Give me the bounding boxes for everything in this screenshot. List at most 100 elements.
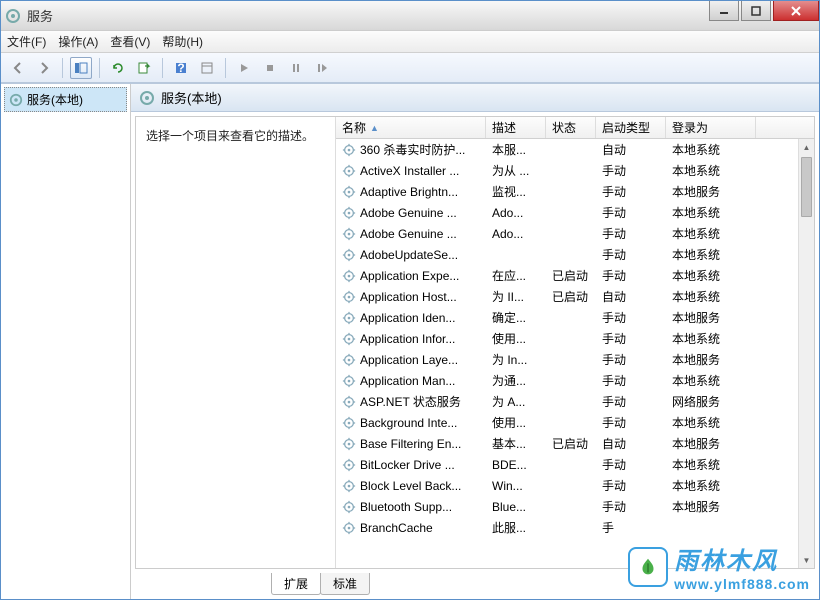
service-row[interactable]: Base Filtering En...基本...已启动自动本地服务 — [336, 433, 814, 454]
service-row[interactable]: Adaptive Brightn...监视...手动本地服务 — [336, 181, 814, 202]
service-row[interactable]: Application Iden...确定...手动本地服务 — [336, 307, 814, 328]
service-list: 名称▲ 描述 状态 启动类型 登录为 360 杀毒实时防护...本服...自动本… — [336, 117, 814, 568]
service-row[interactable]: Block Level Back...Win...手动本地系统 — [336, 475, 814, 496]
properties-button[interactable] — [196, 57, 218, 79]
stop-service-button[interactable] — [259, 57, 281, 79]
separator — [62, 58, 63, 78]
service-status: 已启动 — [546, 288, 596, 305]
service-row[interactable]: Application Infor...使用...手动本地系统 — [336, 328, 814, 349]
tree-root-label: 服务(本地) — [27, 91, 83, 108]
service-logon: 本地系统 — [666, 456, 756, 473]
service-icon — [342, 332, 356, 346]
service-name: Application Host... — [360, 290, 457, 304]
service-desc: 监视... — [486, 183, 546, 200]
service-logon: 本地服务 — [666, 309, 756, 326]
service-name: Base Filtering En... — [360, 437, 461, 451]
service-row[interactable]: AdobeUpdateSe...手动本地系统 — [336, 244, 814, 265]
show-hide-tree-button[interactable] — [70, 57, 92, 79]
tab-standard[interactable]: 标准 — [320, 573, 370, 595]
vertical-scrollbar[interactable]: ▲ ▼ — [798, 139, 814, 568]
service-desc: Ado... — [486, 227, 546, 241]
tab-extended[interactable]: 扩展 — [271, 573, 321, 595]
right-pane: 服务(本地) 选择一个项目来查看它的描述。 名称▲ 描述 状态 启动类型 登录为… — [131, 84, 819, 599]
service-name: Adaptive Brightn... — [360, 185, 458, 199]
service-icon — [342, 374, 356, 388]
service-row[interactable]: Application Host...为 II...已启动自动本地系统 — [336, 286, 814, 307]
service-icon — [342, 206, 356, 220]
service-status: 已启动 — [546, 267, 596, 284]
service-logon: 本地系统 — [666, 141, 756, 158]
service-desc: 为 A... — [486, 393, 546, 410]
service-logon: 网络服务 — [666, 393, 756, 410]
refresh-button[interactable] — [107, 57, 129, 79]
service-icon — [342, 290, 356, 304]
service-row[interactable]: Bluetooth Supp...Blue...手动本地服务 — [336, 496, 814, 517]
service-row[interactable]: Adobe Genuine ...Ado...手动本地系统 — [336, 202, 814, 223]
service-name: Adobe Genuine ... — [360, 227, 457, 241]
menu-action[interactable]: 操作(A) — [58, 33, 98, 50]
column-name[interactable]: 名称▲ — [336, 117, 486, 138]
service-row[interactable]: Application Expe...在应...已启动手动本地系统 — [336, 265, 814, 286]
menubar: 文件(F) 操作(A) 查看(V) 帮助(H) — [1, 31, 819, 53]
service-desc: 为 II... — [486, 288, 546, 305]
column-startup-type[interactable]: 启动类型 — [596, 117, 666, 138]
service-row[interactable]: BitLocker Drive ...BDE...手动本地系统 — [336, 454, 814, 475]
service-row[interactable]: ASP.NET 状态服务为 A...手动网络服务 — [336, 391, 814, 412]
restart-service-button[interactable] — [311, 57, 333, 79]
menu-file[interactable]: 文件(F) — [7, 33, 46, 50]
maximize-button[interactable] — [741, 1, 771, 21]
scroll-down-icon[interactable]: ▼ — [799, 552, 814, 568]
service-startup: 手动 — [596, 225, 666, 242]
service-startup: 自动 — [596, 288, 666, 305]
service-logon: 本地系统 — [666, 414, 756, 431]
service-icon — [342, 248, 356, 262]
service-name: ASP.NET 状态服务 — [360, 393, 461, 410]
service-row[interactable]: Adobe Genuine ...Ado...手动本地系统 — [336, 223, 814, 244]
service-logon: 本地系统 — [666, 477, 756, 494]
titlebar[interactable]: 服务 — [1, 1, 819, 31]
service-name: Application Expe... — [360, 269, 459, 283]
service-name: Application Man... — [360, 374, 455, 388]
description-prompt: 选择一个项目来查看它的描述。 — [146, 127, 325, 144]
list-body[interactable]: 360 杀毒实时防护...本服...自动本地系统ActiveX Installe… — [336, 139, 814, 568]
service-name: BranchCache — [360, 521, 433, 535]
tree-root-item[interactable]: 服务(本地) — [4, 87, 127, 112]
service-icon — [342, 416, 356, 430]
menu-view[interactable]: 查看(V) — [110, 33, 150, 50]
service-logon: 本地服务 — [666, 351, 756, 368]
pause-service-button[interactable] — [285, 57, 307, 79]
menu-help[interactable]: 帮助(H) — [162, 33, 203, 50]
service-row[interactable]: 360 杀毒实时防护...本服...自动本地系统 — [336, 139, 814, 160]
scroll-up-icon[interactable]: ▲ — [799, 139, 814, 155]
service-icon — [342, 395, 356, 409]
list-header: 名称▲ 描述 状态 启动类型 登录为 — [336, 117, 814, 139]
service-desc: Win... — [486, 479, 546, 493]
service-row[interactable]: ActiveX Installer ...为从 ...手动本地系统 — [336, 160, 814, 181]
window-controls — [707, 1, 819, 21]
column-status[interactable]: 状态 — [546, 117, 596, 138]
description-pane: 选择一个项目来查看它的描述。 — [136, 117, 336, 568]
scroll-thumb[interactable] — [801, 157, 812, 217]
service-row[interactable]: BranchCache此服...手 — [336, 517, 814, 538]
service-row[interactable]: Application Laye...为 In...手动本地服务 — [336, 349, 814, 370]
column-logon-as[interactable]: 登录为 — [666, 117, 756, 138]
toolbar: ? — [1, 53, 819, 83]
minimize-button[interactable] — [709, 1, 739, 21]
service-startup: 手动 — [596, 204, 666, 221]
help-button[interactable]: ? — [170, 57, 192, 79]
service-row[interactable]: Background Inte...使用...手动本地系统 — [336, 412, 814, 433]
service-name: Bluetooth Supp... — [360, 500, 452, 514]
export-button[interactable] — [133, 57, 155, 79]
back-button[interactable] — [7, 57, 29, 79]
start-service-button[interactable] — [233, 57, 255, 79]
service-desc: BDE... — [486, 458, 546, 472]
service-desc: 为 In... — [486, 351, 546, 368]
tree-pane[interactable]: 服务(本地) — [1, 84, 131, 599]
service-startup: 自动 — [596, 141, 666, 158]
sort-asc-icon: ▲ — [370, 123, 379, 133]
column-description[interactable]: 描述 — [486, 117, 546, 138]
forward-button[interactable] — [33, 57, 55, 79]
close-button[interactable] — [773, 1, 819, 21]
svg-text:?: ? — [177, 61, 184, 75]
service-row[interactable]: Application Man...为通...手动本地系统 — [336, 370, 814, 391]
